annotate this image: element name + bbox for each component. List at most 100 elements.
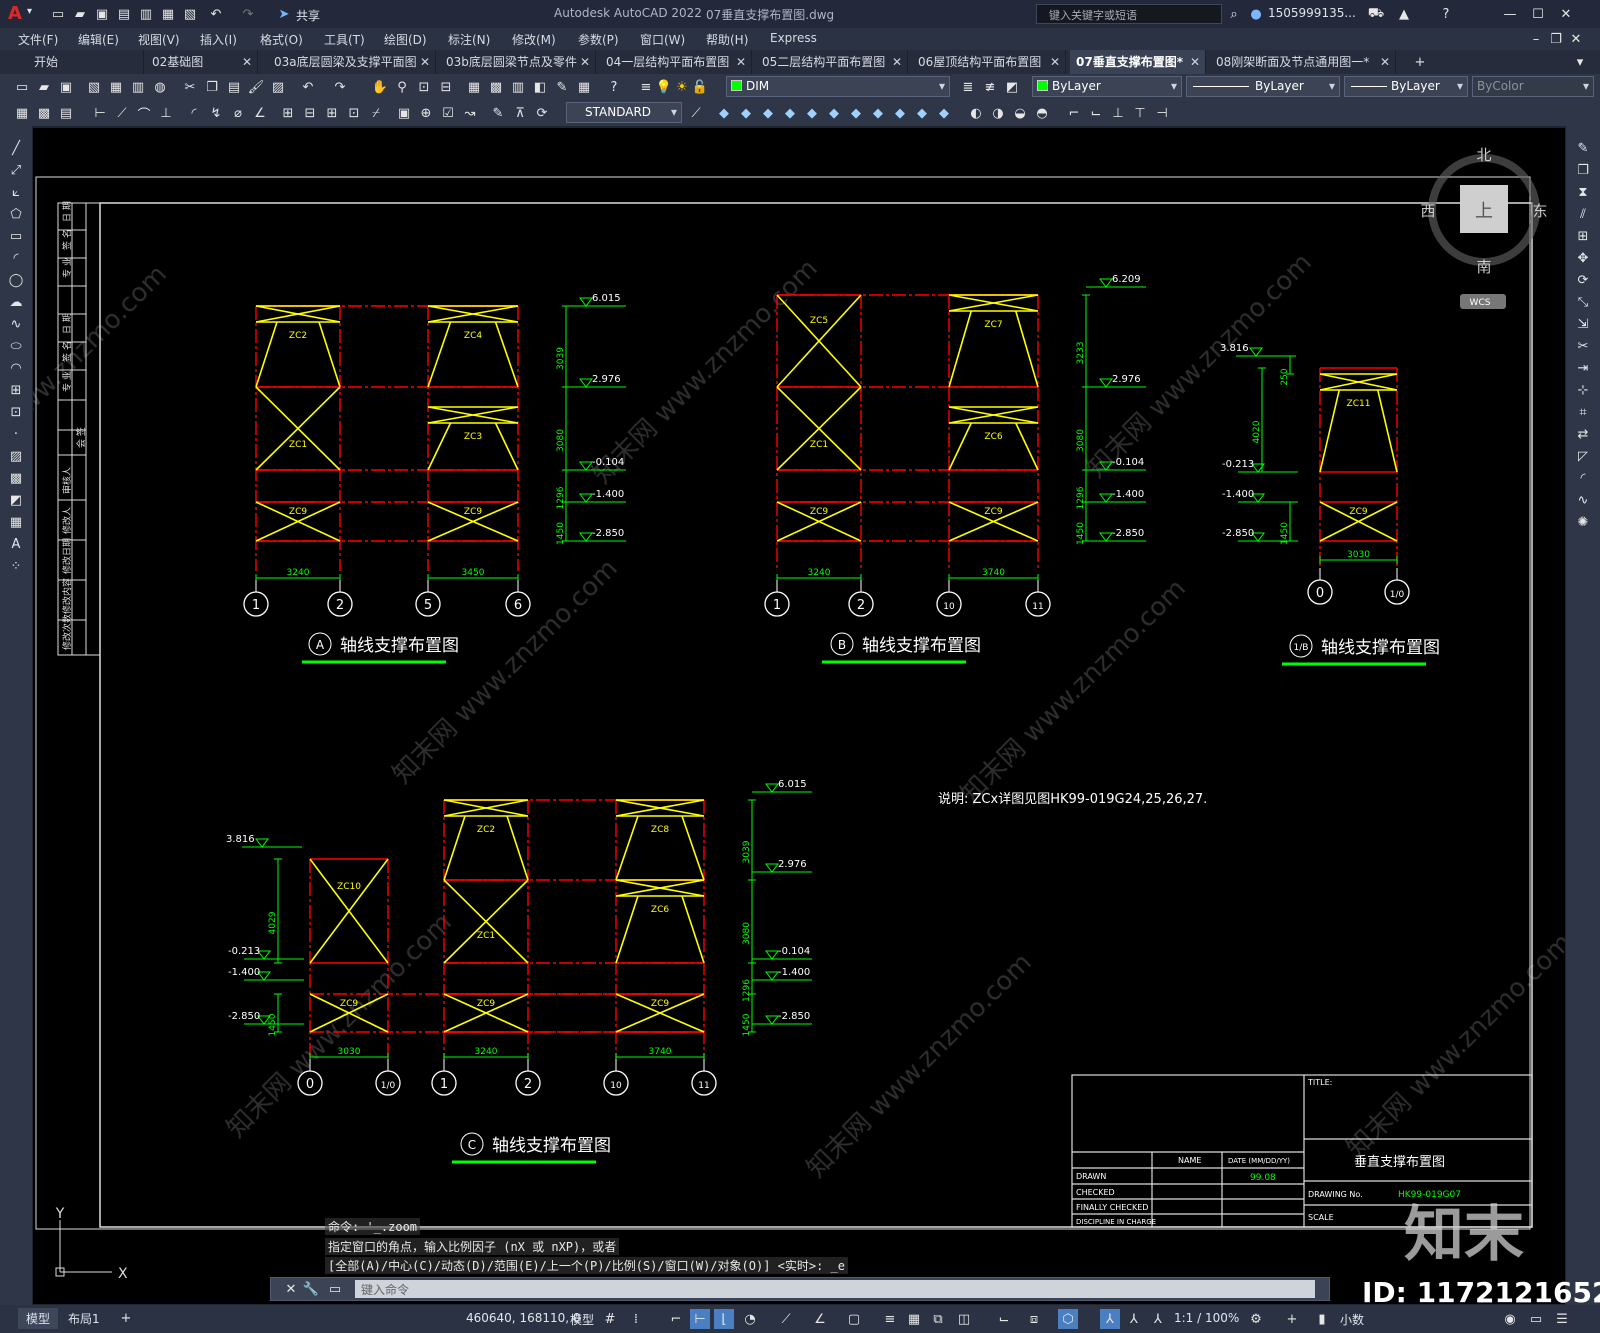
tab-close-icon[interactable]: ✕ bbox=[736, 50, 746, 74]
publish-icon[interactable]: ▥ bbox=[136, 4, 156, 24]
center-mark-icon[interactable]: ⊕ bbox=[416, 103, 436, 123]
doc-restore-icon[interactable]: ❐ bbox=[1546, 29, 1566, 49]
properties-icon[interactable]: ▦ bbox=[464, 77, 484, 97]
layer-lock-icon[interactable]: 🔓 bbox=[690, 77, 710, 97]
circle-icon[interactable]: ◯ bbox=[6, 270, 26, 290]
visual-style-2d-icon[interactable]: ◐ bbox=[966, 103, 986, 123]
polyline-icon[interactable]: ⟀ bbox=[6, 182, 26, 202]
dim-baseline-icon[interactable]: ⊟ bbox=[300, 103, 320, 123]
snap-icon[interactable]: ⁞ bbox=[626, 1309, 646, 1329]
view-ne-icon[interactable]: ◆ bbox=[934, 103, 954, 123]
tolerance-icon[interactable]: ▣ bbox=[394, 103, 414, 123]
array-icon[interactable]: ⊞ bbox=[1573, 226, 1593, 246]
app-menu-chevron-icon[interactable]: ▾ bbox=[27, 6, 32, 17]
app-logo[interactable]: A bbox=[8, 3, 22, 24]
menu-draw[interactable]: 绘图(D) bbox=[384, 31, 427, 48]
dim-angular-icon[interactable]: ∠ bbox=[250, 103, 270, 123]
search-icon[interactable]: ⌕ bbox=[1224, 4, 1244, 24]
doc-close-icon[interactable]: ✕ bbox=[1566, 29, 1586, 49]
tab-layout1[interactable]: 布局1 bbox=[68, 1310, 100, 1327]
sheet-set-icon[interactable]: ◧ bbox=[530, 77, 550, 97]
polygon-icon[interactable]: ⬠ bbox=[6, 204, 26, 224]
ucs-object-icon[interactable]: ⊣ bbox=[1152, 103, 1172, 123]
grid-icon[interactable]: # bbox=[600, 1309, 620, 1329]
design-center-icon[interactable]: ▩ bbox=[486, 77, 506, 97]
dim-break-icon[interactable]: ⌿ bbox=[366, 103, 386, 123]
spline-icon[interactable]: ∿ bbox=[6, 314, 26, 334]
viewcube[interactable]: 上 北 南 东 西 WCS bbox=[1420, 146, 1548, 309]
fillet-icon[interactable]: ◜ bbox=[1573, 468, 1593, 488]
print-icon[interactable]: ▧ bbox=[180, 4, 200, 24]
tab-02[interactable]: 02基础图 ✕ bbox=[146, 50, 258, 74]
copy-icon[interactable]: ❐ bbox=[202, 77, 222, 97]
menu-help[interactable]: 帮助(H) bbox=[706, 31, 748, 48]
make-block-icon[interactable]: ⊡ bbox=[6, 402, 26, 422]
ucs-world-icon[interactable]: ⌙ bbox=[1086, 103, 1106, 123]
menu-view[interactable]: 视图(V) bbox=[138, 31, 180, 48]
viewcube-south[interactable]: 南 bbox=[1476, 258, 1491, 276]
tab-close-icon[interactable]: ✕ bbox=[242, 50, 252, 74]
match-properties-icon[interactable]: 🖌 bbox=[246, 77, 266, 97]
dim-arc-icon[interactable]: ⌒ bbox=[134, 103, 154, 123]
add-layout-icon[interactable]: + bbox=[116, 1308, 136, 1328]
inspect-icon[interactable]: ☑ bbox=[438, 103, 458, 123]
annotation-monitor-icon[interactable]: + bbox=[1282, 1309, 1302, 1329]
scale-icon[interactable]: ⤡ bbox=[1573, 292, 1593, 312]
tab-close-icon[interactable]: ✕ bbox=[1050, 50, 1060, 74]
view-back-icon[interactable]: ◆ bbox=[758, 103, 778, 123]
menu-express[interactable]: Express bbox=[770, 31, 817, 45]
customization-icon[interactable]: ☰ bbox=[1552, 1309, 1572, 1329]
publish-icon[interactable]: ▥ bbox=[128, 77, 148, 97]
ucs-icon[interactable]: ⌐ bbox=[1064, 103, 1084, 123]
dim-continue-icon[interactable]: ⊞ bbox=[322, 103, 342, 123]
annotation-scale-icon[interactable]: ⅄ bbox=[1148, 1309, 1168, 1329]
layer-dropdown[interactable]: DIM bbox=[726, 76, 950, 97]
tab-close-icon[interactable]: ✕ bbox=[580, 50, 590, 74]
rotate-icon[interactable]: ⟳ bbox=[1573, 270, 1593, 290]
new-icon[interactable]: ▭ bbox=[48, 4, 68, 24]
3d-osnap-icon[interactable]: ◫ bbox=[954, 1309, 974, 1329]
view-front-icon[interactable]: ◆ bbox=[736, 103, 756, 123]
menu-modify[interactable]: 修改(M) bbox=[512, 31, 556, 48]
add-selected-icon[interactable]: ⁘ bbox=[6, 556, 26, 576]
help-icon[interactable]: ? bbox=[604, 77, 624, 97]
redo-icon[interactable]: ↷ bbox=[330, 77, 350, 97]
coordinates-readout[interactable]: 460640, 168110, 0 bbox=[466, 1311, 581, 1325]
visual-style-3d-icon[interactable]: ◑ bbox=[988, 103, 1008, 123]
dim-edit-icon[interactable]: ✎ bbox=[488, 103, 508, 123]
layer-freeze-icon[interactable]: ☀ bbox=[672, 77, 692, 97]
wcs-menu[interactable]: WCS bbox=[1470, 298, 1491, 308]
open-icon[interactable]: ▰ bbox=[70, 4, 90, 24]
field-icon[interactable]: ▩ bbox=[34, 103, 54, 123]
move-icon[interactable]: ✥ bbox=[1573, 248, 1593, 268]
units-icon[interactable]: ▮ bbox=[1312, 1309, 1332, 1329]
model-space-toggle[interactable]: 模型 bbox=[570, 1311, 594, 1328]
join-icon[interactable]: ⇄ bbox=[1573, 424, 1593, 444]
chamfer-icon[interactable]: ◸ bbox=[1573, 446, 1593, 466]
viewcube-north[interactable]: 北 bbox=[1476, 146, 1491, 164]
view-left-icon[interactable]: ◆ bbox=[780, 103, 800, 123]
tab-close-icon[interactable]: ✕ bbox=[1190, 50, 1200, 74]
menu-window[interactable]: 窗口(W) bbox=[640, 31, 685, 48]
view-sw-icon[interactable]: ◆ bbox=[890, 103, 910, 123]
dim-ordinate-icon[interactable]: ⊥ bbox=[156, 103, 176, 123]
ucs-view-icon[interactable]: ⊤ bbox=[1130, 103, 1150, 123]
ucs-origin-icon[interactable]: ⊥ bbox=[1108, 103, 1128, 123]
doc-minimize-icon[interactable]: – bbox=[1526, 29, 1546, 49]
tab-05[interactable]: 05二层结构平面布置图 ✕ bbox=[756, 50, 908, 74]
layer-manager-icon[interactable]: ≡ bbox=[636, 77, 656, 97]
quickcalc-icon[interactable]: ▦ bbox=[574, 77, 594, 97]
tool-palettes-icon[interactable]: ▥ bbox=[508, 77, 528, 97]
save-as-icon[interactable]: ▤ bbox=[114, 4, 134, 24]
view-bottom-icon[interactable]: ◆ bbox=[868, 103, 888, 123]
share-label[interactable]: 共享 bbox=[296, 7, 320, 24]
tab-close-icon[interactable]: ✕ bbox=[892, 50, 902, 74]
cut-icon[interactable]: ✂ bbox=[180, 77, 200, 97]
help-icon[interactable]: ? bbox=[1436, 4, 1456, 24]
search-input[interactable]: 键入关键字或短语 bbox=[1036, 4, 1222, 24]
tab-03a[interactable]: 03a底层圆梁及支撑平面图 ✕ bbox=[268, 50, 436, 74]
view-se-icon[interactable]: ◆ bbox=[912, 103, 932, 123]
cart-icon[interactable]: ⛟ bbox=[1366, 4, 1386, 24]
minimize-icon[interactable]: — bbox=[1500, 4, 1520, 24]
jogged-linear-icon[interactable]: ↝ bbox=[460, 103, 480, 123]
